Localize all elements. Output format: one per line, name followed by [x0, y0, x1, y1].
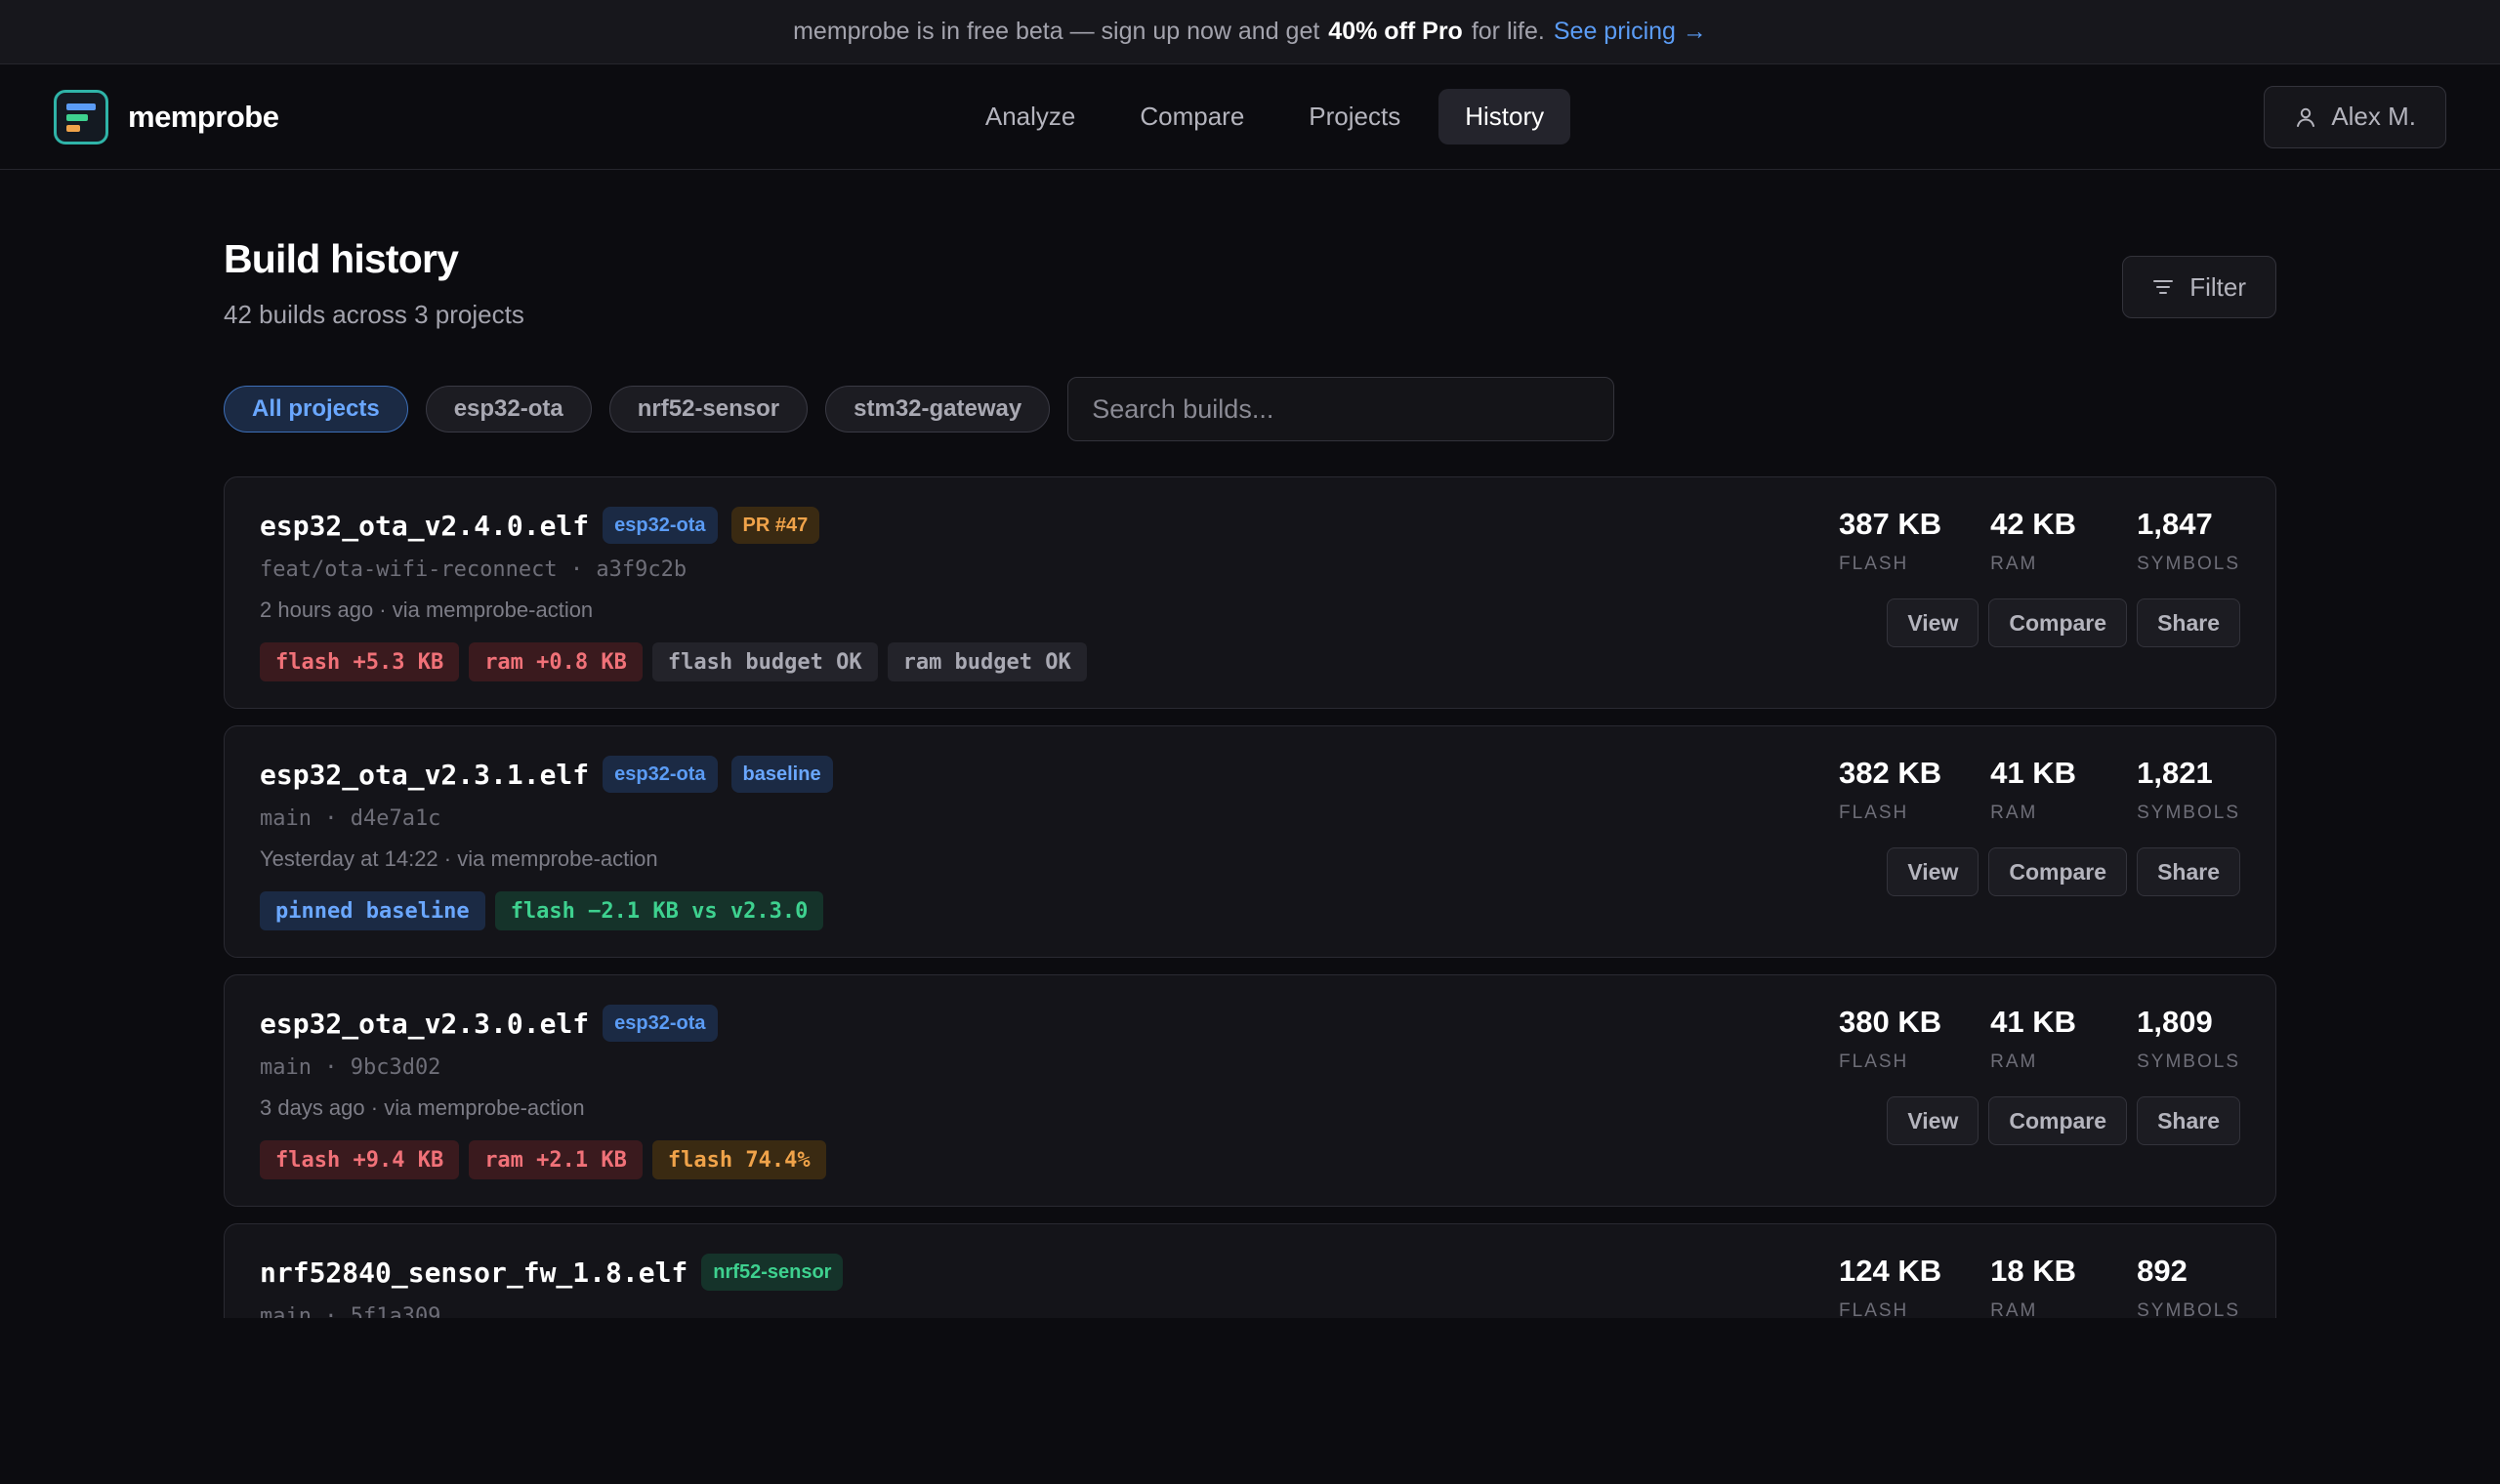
- share-button[interactable]: Share: [2137, 598, 2240, 647]
- search-input[interactable]: [1067, 377, 1615, 441]
- delta-badge: ram +0.8 KB: [469, 642, 643, 681]
- symbols-label: SYMBOLS: [2137, 803, 2240, 823]
- budget-warning-badge: flash 74.4%: [651, 1140, 826, 1179]
- project-tag: esp32-ota: [603, 1005, 718, 1042]
- chip-stm32-gateway[interactable]: stm32-gateway: [825, 386, 1051, 433]
- build-filename[interactable]: esp32_ota_v2.3.0.elf: [260, 1008, 589, 1040]
- view-button[interactable]: View: [1887, 847, 1979, 896]
- filter-label: Filter: [2189, 271, 2246, 302]
- budget-badge: flash budget OK: [651, 642, 878, 681]
- brand[interactable]: memprobe: [54, 89, 279, 144]
- nav-links: Analyze Compare Projects History: [0, 64, 2500, 169]
- nav-compare[interactable]: Compare: [1113, 89, 1271, 144]
- build-meta: 3 days ago · via memprobe-action: [260, 1095, 585, 1120]
- project-tag: nrf52-sensor: [701, 1254, 844, 1291]
- flash-label: FLASH: [1839, 554, 1909, 574]
- filter-icon: [2153, 280, 2174, 294]
- ram-value: 18 KB: [1990, 1254, 2076, 1288]
- symbols-label: SYMBOLS: [2137, 1300, 2240, 1318]
- baseline-badge: pinned baseline: [260, 891, 485, 930]
- compare-button[interactable]: Compare: [1988, 598, 2128, 647]
- ram-label: RAM: [1990, 1051, 2038, 1072]
- user-menu-button[interactable]: Alex M.: [2264, 85, 2446, 148]
- build-filename[interactable]: esp32_ota_v2.3.1.elf: [260, 759, 589, 791]
- banner-text-after: for life.: [1471, 18, 1545, 45]
- delta-badge: flash +9.4 KB: [260, 1140, 460, 1179]
- promo-banner: memprobe is in free beta — sign up now a…: [0, 0, 2500, 64]
- symbols-value: 892: [2137, 1254, 2188, 1288]
- symbols-label: SYMBOLS: [2137, 554, 2240, 574]
- delta-badge: flash +5.3 KB: [260, 642, 460, 681]
- ram-value: 41 KB: [1990, 756, 2076, 790]
- banner-highlight: 40% off Pro: [1328, 18, 1463, 45]
- baseline-tag: baseline: [730, 756, 833, 793]
- build-meta: Yesterday at 14:22 · via memprobe-action: [260, 846, 658, 871]
- branch-commit: feat/ota-wifi-reconnect · a3f9c2b: [260, 557, 688, 582]
- build-meta: 2 hours ago · via memprobe-action: [260, 598, 594, 622]
- filter-button[interactable]: Filter: [2122, 256, 2276, 318]
- nav-history[interactable]: History: [1438, 89, 1571, 144]
- memprobe-logo-icon: [54, 89, 108, 144]
- page-subtitle: 42 builds across 3 projects: [224, 300, 524, 329]
- share-button[interactable]: Share: [2137, 847, 2240, 896]
- nav-projects[interactable]: Projects: [1282, 89, 1427, 144]
- delta-badge: ram +2.1 KB: [469, 1140, 643, 1179]
- view-button[interactable]: View: [1887, 1096, 1979, 1145]
- budget-badge: ram budget OK: [887, 642, 1087, 681]
- symbols-value: 1,821: [2137, 756, 2213, 790]
- build-list: esp32_ota_v2.4.0.elf esp32-ota PR #47 fe…: [224, 476, 2276, 1318]
- ram-label: RAM: [1990, 803, 2038, 823]
- pr-tag[interactable]: PR #47: [730, 507, 820, 544]
- page-title: Build history: [224, 236, 459, 281]
- flash-label: FLASH: [1839, 1300, 1909, 1318]
- see-pricing-link[interactable]: See pricing →: [1554, 18, 1707, 46]
- user-name: Alex M.: [2331, 102, 2416, 131]
- branch-commit: main · 9bc3d02: [260, 1055, 441, 1080]
- compare-button[interactable]: Compare: [1988, 847, 2128, 896]
- build-card: esp32_ota_v2.3.0.elf esp32-ota main · 9b…: [224, 974, 2276, 1207]
- project-tag: esp32-ota: [603, 507, 718, 544]
- flash-value: 124 KB: [1839, 1254, 1942, 1288]
- user-icon: [2297, 107, 2315, 127]
- branch-commit: main · d4e7a1c: [260, 806, 441, 831]
- ram-value: 41 KB: [1990, 1005, 2076, 1039]
- compare-button[interactable]: Compare: [1988, 1096, 2128, 1145]
- build-filename[interactable]: esp32_ota_v2.4.0.elf: [260, 510, 589, 542]
- main-content: Build history 42 builds across 3 project…: [224, 170, 2276, 1318]
- top-nav: memprobe Analyze Compare Projects Histor…: [0, 64, 2500, 170]
- flash-label: FLASH: [1839, 803, 1909, 823]
- chip-nrf52-sensor[interactable]: nrf52-sensor: [608, 386, 809, 433]
- chip-all-projects[interactable]: All projects: [224, 386, 408, 433]
- build-card: esp32_ota_v2.4.0.elf esp32-ota PR #47 fe…: [224, 476, 2276, 709]
- nav-analyze[interactable]: Analyze: [959, 89, 1103, 144]
- ram-label: RAM: [1990, 554, 2038, 574]
- project-tag: esp32-ota: [603, 756, 718, 793]
- share-button[interactable]: Share: [2137, 1096, 2240, 1145]
- ram-label: RAM: [1990, 1300, 2038, 1318]
- chip-esp32-ota[interactable]: esp32-ota: [425, 386, 592, 433]
- ram-value: 42 KB: [1990, 507, 2076, 541]
- symbols-label: SYMBOLS: [2137, 1051, 2240, 1072]
- symbols-value: 1,809: [2137, 1005, 2213, 1039]
- symbols-value: 1,847: [2137, 507, 2213, 541]
- build-card: esp32_ota_v2.3.1.elf esp32-ota baseline …: [224, 725, 2276, 958]
- project-filter-chips: All projects esp32-ota nrf52-sensor stm3…: [224, 377, 2276, 441]
- flash-label: FLASH: [1839, 1051, 1909, 1072]
- build-filename[interactable]: nrf52840_sensor_fw_1.8.elf: [260, 1257, 688, 1289]
- banner-text: memprobe is in free beta — sign up now a…: [793, 18, 1320, 45]
- flash-value: 380 KB: [1839, 1005, 1942, 1039]
- flash-value: 382 KB: [1839, 756, 1942, 790]
- brand-name: memprobe: [128, 99, 279, 134]
- flash-value: 387 KB: [1839, 507, 1942, 541]
- view-button[interactable]: View: [1887, 598, 1979, 647]
- build-card: nrf52840_sensor_fw_1.8.elf nrf52-sensor …: [224, 1223, 2276, 1318]
- delta-badge: flash −2.1 KB vs v2.3.0: [494, 891, 824, 930]
- branch-commit: main · 5f1a309: [260, 1304, 441, 1318]
